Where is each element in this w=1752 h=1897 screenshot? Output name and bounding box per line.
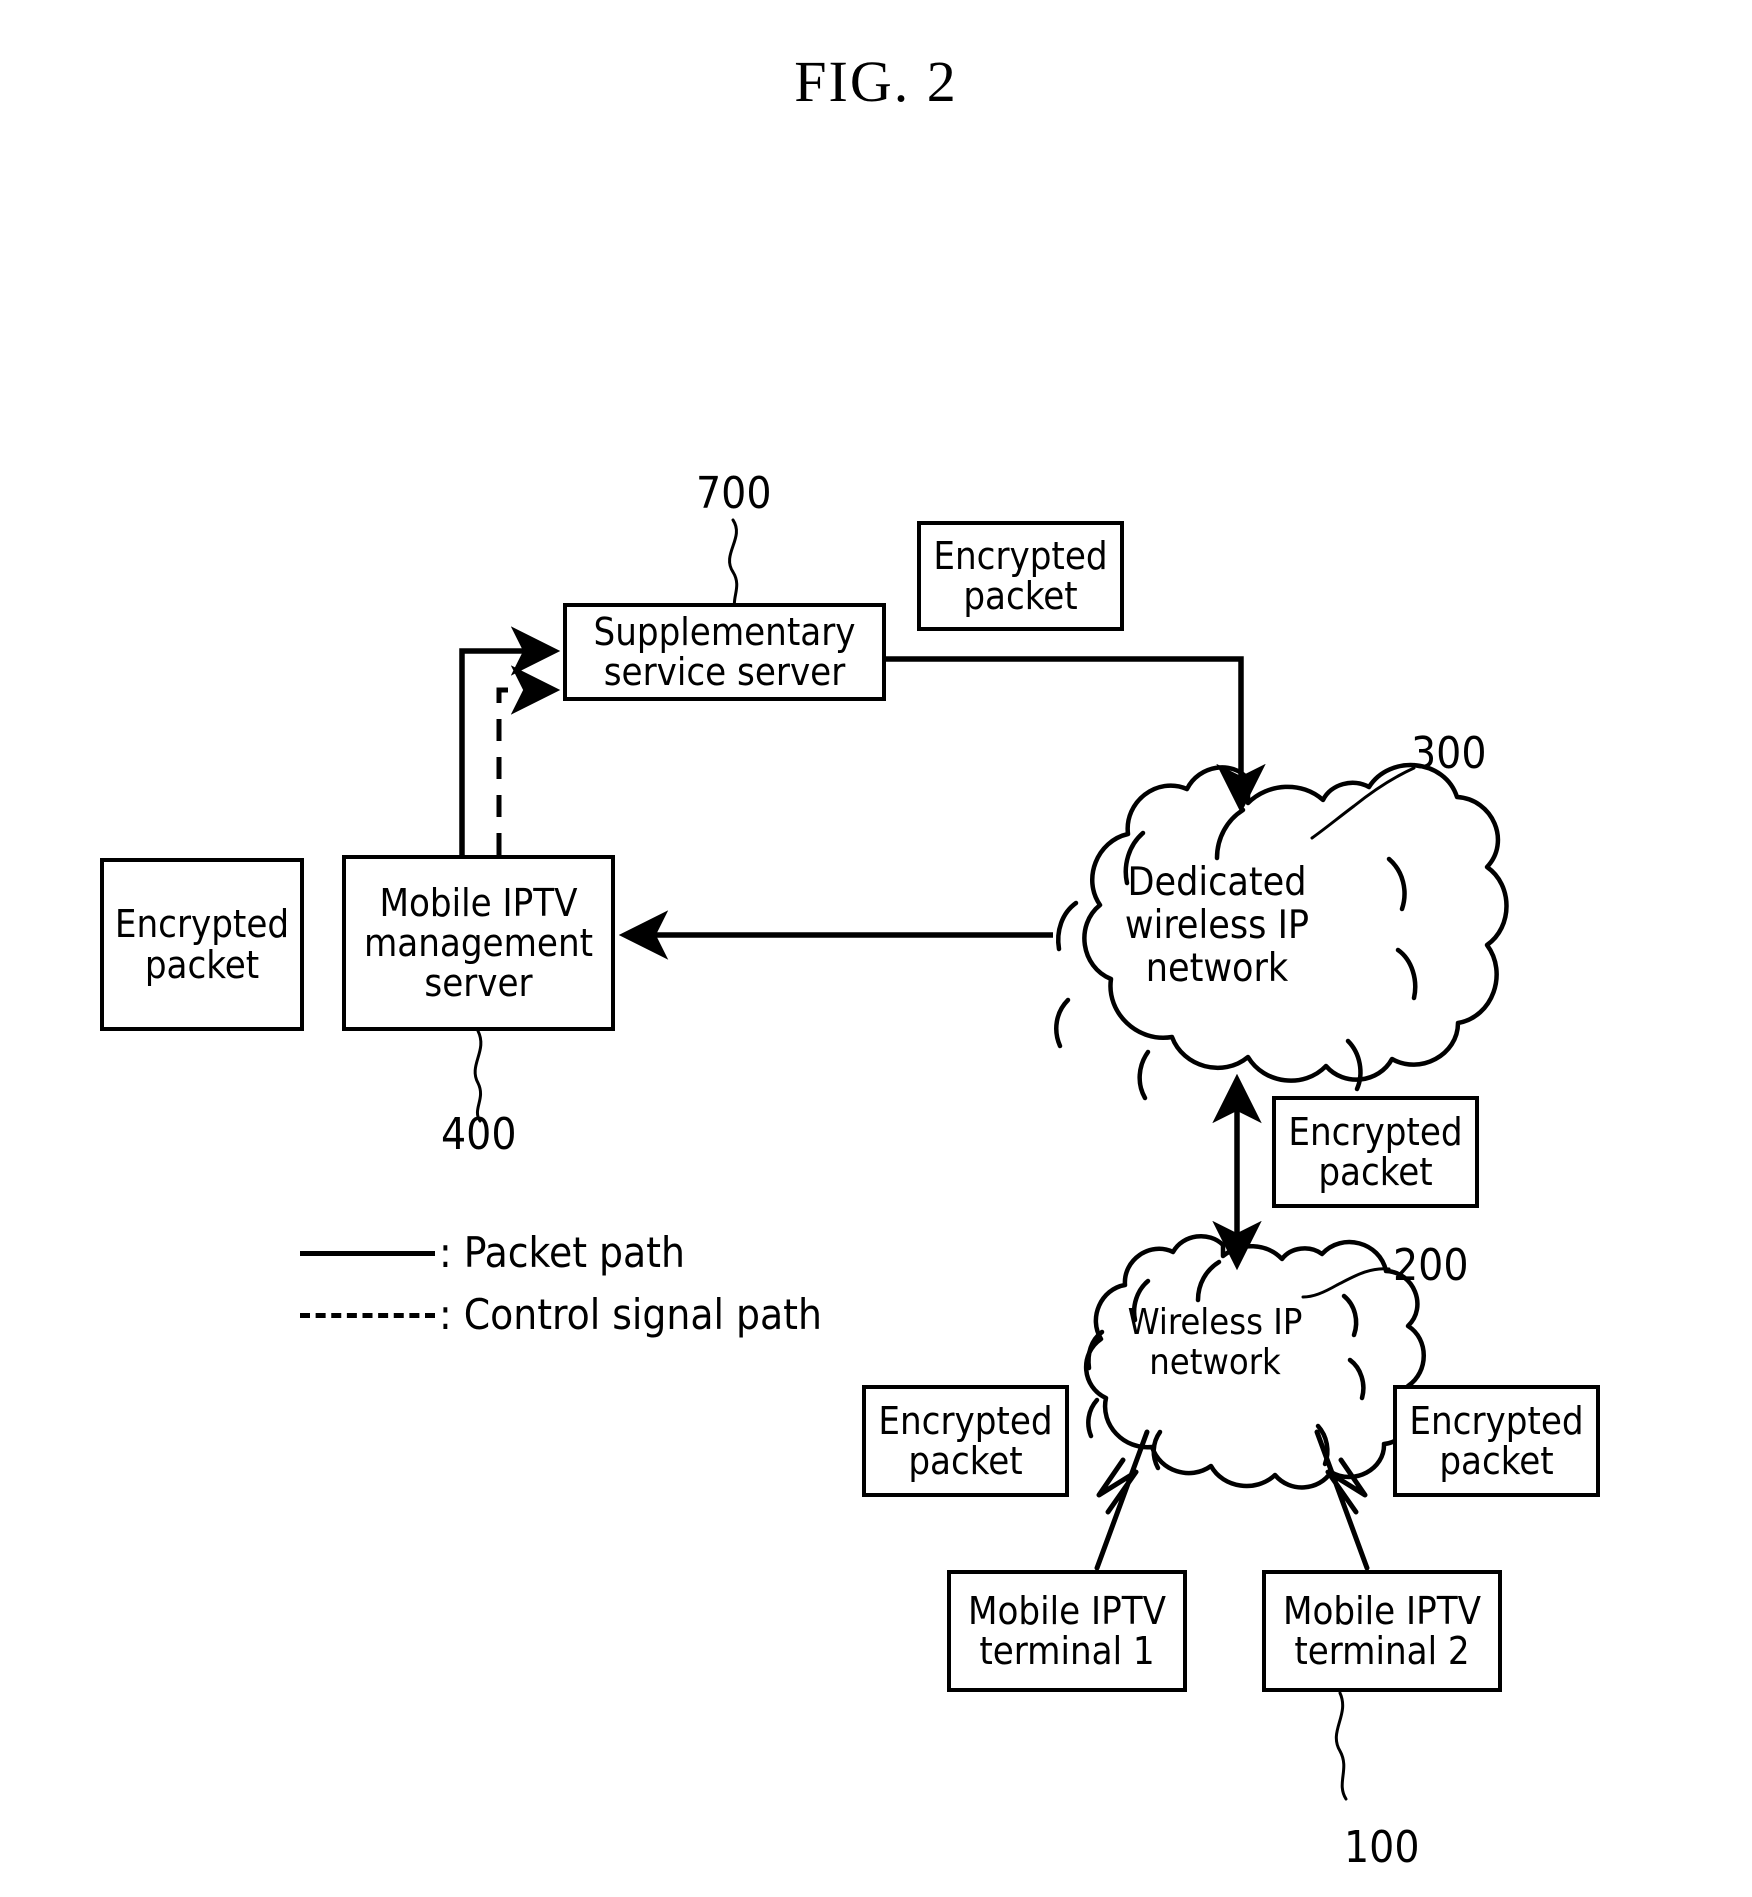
encrypted-packet-bottom-left-line1: Encrypted — [878, 1398, 1053, 1443]
management-server-line1: Mobile IPTV — [379, 880, 578, 925]
encrypted-packet-left-line2: packet — [144, 942, 260, 987]
reference-numeral-100: 100 — [1344, 1822, 1420, 1873]
path-mgmt-to-supplementary-control — [496, 687, 545, 855]
path-mgmt-to-supplementary-packet — [459, 626, 561, 855]
terminal-1-line1: Mobile IPTV — [968, 1588, 1166, 1633]
leader-400 — [473, 1029, 483, 1123]
leader-200 — [1301, 1267, 1391, 1299]
supplementary-service-server-box[interactable]: Supplementary service server — [563, 603, 886, 701]
encrypted-packet-bottom-right-line1: Encrypted — [1409, 1398, 1584, 1443]
dedicated-cloud-line2: wireless IP — [1124, 902, 1310, 948]
bolt-terminal1-to-cloud — [1094, 1429, 1150, 1571]
dedicated-wireless-ip-network-label: Dedicated wireless IP network — [1052, 860, 1382, 991]
cloud-wireless-ip — [1084, 1233, 1426, 1490]
reference-numeral-400: 400 — [441, 1109, 517, 1160]
path-supplementary-to-dedicated-cloud — [886, 656, 1266, 814]
wireless-cloud-line2: network — [1149, 1341, 1281, 1383]
cloud-dedicated-wireless-ip — [1054, 762, 1509, 1101]
legend: : Packet path : Control signal path — [300, 1222, 822, 1346]
encrypted-packet-bottom-left-line2: packet — [908, 1439, 1023, 1483]
reference-numeral-700: 700 — [696, 468, 772, 519]
mobile-iptv-terminal-2-box[interactable]: Mobile IPTV terminal 2 — [1262, 1570, 1502, 1692]
encrypted-packet-top-line1: Encrypted — [933, 533, 1108, 578]
dedicated-cloud-line3: network — [1145, 945, 1289, 991]
terminal-1-line2: terminal 1 — [979, 1629, 1155, 1673]
wireless-cloud-line1: Wireless IP — [1127, 1302, 1303, 1343]
legend-label-packet-path: : Packet path — [439, 1228, 685, 1277]
encrypted-packet-middle-line2: packet — [1318, 1150, 1433, 1194]
figure-title: FIG. 2 — [794, 49, 958, 114]
leader-700 — [728, 518, 739, 614]
bolt-terminal2-to-cloud — [1314, 1429, 1370, 1571]
encrypted-packet-top-line2: packet — [963, 574, 1078, 618]
supplementary-server-line2: service server — [603, 650, 846, 694]
figure-page: FIG. 2 Supplementary service server Encr… — [0, 0, 1752, 1897]
legend-sample-dashed-line — [300, 1312, 435, 1318]
encrypted-packet-box-middle: Encrypted packet — [1272, 1096, 1479, 1208]
leader-300 — [1310, 766, 1416, 840]
terminal-2-line1: Mobile IPTV — [1283, 1588, 1481, 1633]
dedicated-cloud-line1: Dedicated — [1127, 860, 1307, 905]
wireless-ip-network-label: Wireless IP network — [1090, 1303, 1340, 1382]
reference-numeral-200: 200 — [1393, 1240, 1469, 1291]
legend-row-control-signal-path: : Control signal path — [300, 1284, 822, 1346]
terminal-2-line2: terminal 2 — [1294, 1629, 1470, 1673]
legend-row-packet-path: : Packet path — [300, 1222, 822, 1284]
management-server-line3: server — [424, 961, 533, 1006]
mobile-iptv-terminal-1-box[interactable]: Mobile IPTV terminal 1 — [947, 1570, 1187, 1692]
management-server-line2: management — [363, 920, 594, 965]
encrypted-packet-left-line1: Encrypted — [114, 902, 290, 947]
encrypted-packet-box-left: Encrypted packet — [100, 858, 304, 1031]
encrypted-packet-box-bottom-right: Encrypted packet — [1393, 1385, 1600, 1497]
encrypted-packet-bottom-right-line2: packet — [1439, 1439, 1554, 1483]
encrypted-packet-box-top: Encrypted packet — [917, 521, 1124, 631]
encrypted-packet-middle-line1: Encrypted — [1288, 1109, 1463, 1154]
legend-label-control-signal-path: : Control signal path — [439, 1290, 822, 1339]
reference-numeral-300: 300 — [1411, 728, 1487, 779]
leader-100 — [1334, 1691, 1348, 1801]
mobile-iptv-management-server-box[interactable]: Mobile IPTV management server — [342, 855, 615, 1031]
supplementary-server-line1: Supplementary — [593, 609, 856, 654]
legend-sample-solid-line — [300, 1250, 435, 1256]
encrypted-packet-box-bottom-left: Encrypted packet — [862, 1385, 1069, 1497]
